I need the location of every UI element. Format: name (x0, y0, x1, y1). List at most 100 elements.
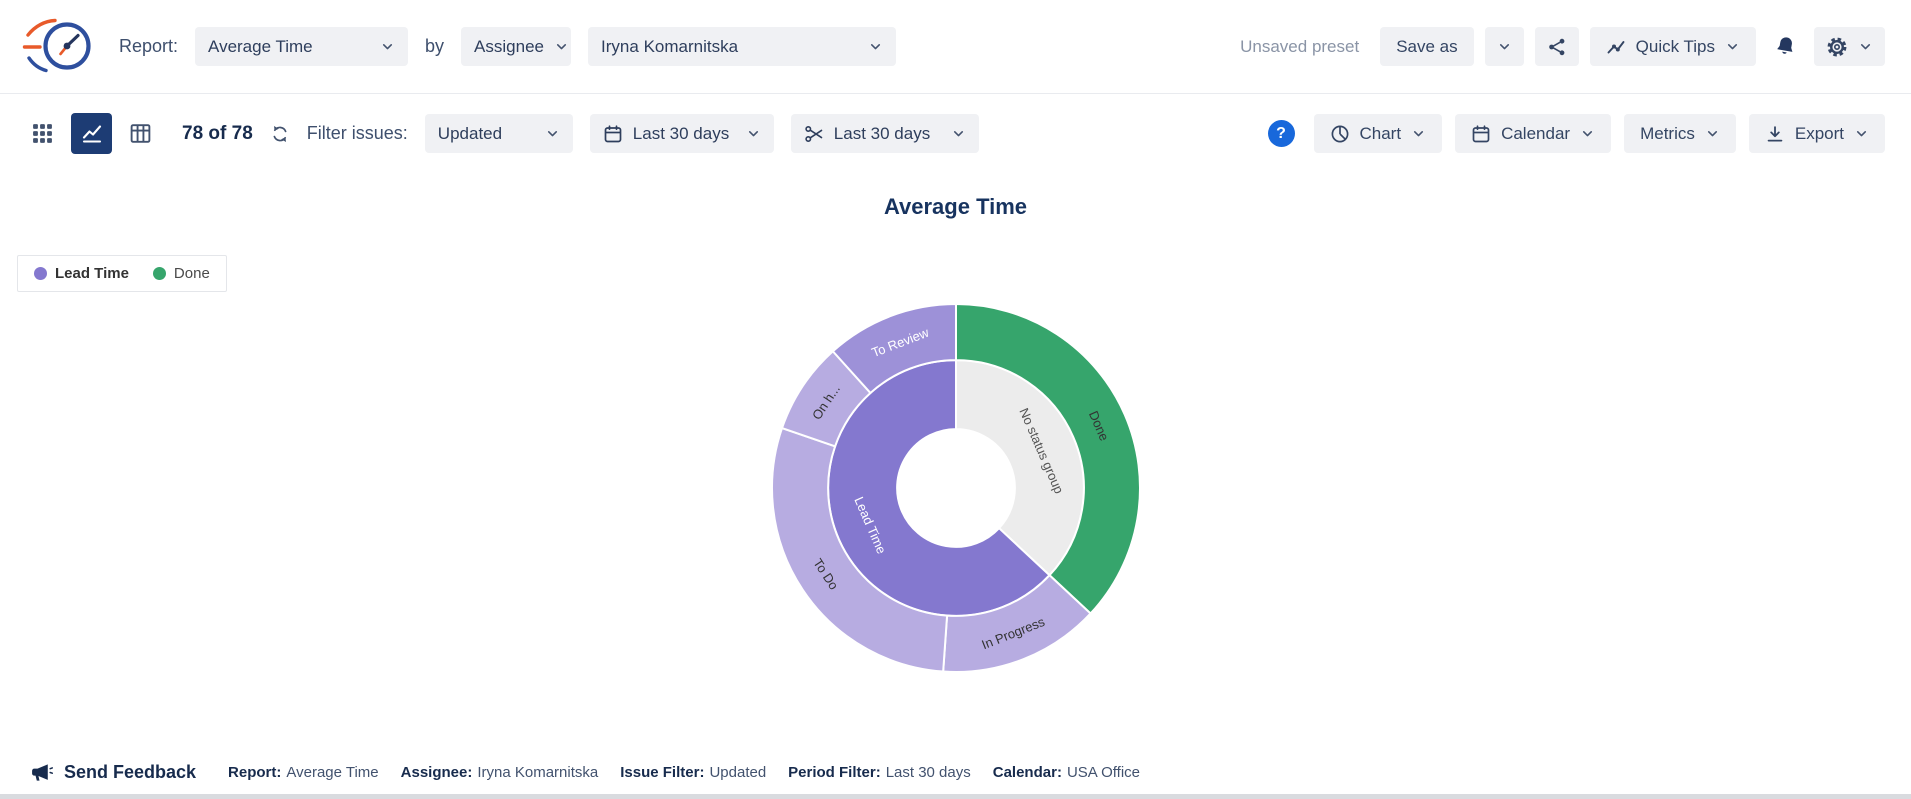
view-switcher (22, 113, 161, 154)
assignee-value: Iryna Komarnitska (601, 37, 738, 57)
notifications-button[interactable] (1767, 35, 1803, 58)
grid-view-icon (31, 122, 54, 145)
summary-assignee: Assignee:Iryna Komarnitska (401, 764, 599, 781)
save-as-dropdown-button[interactable] (1485, 27, 1524, 66)
table-view-icon (129, 122, 152, 145)
toolbar-right: ? Chart Calendar Metrics (1268, 114, 1886, 153)
report-type-value: Average Time (208, 37, 313, 57)
chevron-down-icon (1580, 126, 1595, 141)
group-by-select[interactable]: Assignee (461, 27, 571, 66)
app-logo[interactable] (22, 15, 96, 79)
summary-value: USA Office (1067, 764, 1140, 781)
issue-count: 78 of 78 (182, 123, 253, 145)
calendar-icon (1471, 124, 1491, 144)
legend-label: Done (174, 265, 210, 282)
export-icon (1765, 124, 1785, 144)
gear-icon (1826, 36, 1848, 58)
toolbar-left: 78 of 78 Filter issues: Updated (22, 113, 979, 154)
chevron-down-icon (1854, 126, 1869, 141)
chart-container: No status groupLead TimeDoneIn ProgressT… (0, 298, 1911, 680)
chevron-down-icon (380, 39, 395, 54)
chart-legend: Lead Time Done (17, 255, 227, 292)
summary-issue-filter: Issue Filter: Updated (620, 764, 766, 781)
sunburst-chart: No status groupLead TimeDoneIn ProgressT… (756, 298, 1156, 680)
calendar-button-label: Calendar (1501, 124, 1570, 144)
calendar-clock-icon (603, 124, 623, 144)
summary-value: Average Time (286, 764, 378, 781)
chevron-down-icon (1725, 39, 1740, 54)
footer: Send Feedback Report: Average Time Assign… (0, 762, 1911, 783)
chart-type-button[interactable]: Chart (1314, 114, 1443, 153)
chevron-down-icon (554, 39, 569, 54)
summary-value: Last 30 days (886, 764, 971, 781)
legend-label: Lead Time (55, 265, 129, 282)
filter-issues-label: Filter issues: (307, 123, 408, 144)
issue-filter-select[interactable]: Updated (425, 114, 573, 153)
top-header: Report: Average Time by Assignee Iryna K… (0, 0, 1911, 94)
chevron-down-icon (1497, 39, 1512, 54)
calendar-button[interactable]: Calendar (1455, 114, 1611, 153)
period-filter-value: Last 30 days (633, 124, 729, 144)
send-feedback-label: Send Feedback (64, 762, 196, 783)
report-type-select[interactable]: Average Time (195, 27, 408, 66)
chevron-down-icon (868, 39, 883, 54)
report-label: Report: (119, 36, 178, 57)
legend-dot (153, 267, 166, 280)
refresh-button[interactable] (270, 124, 290, 144)
working-time-filter-value: Last 30 days (834, 124, 930, 144)
issue-filter-value: Updated (438, 124, 502, 144)
summary-calendar: Calendar:USA Office (993, 764, 1140, 781)
chevron-down-icon (1411, 126, 1426, 141)
settings-button[interactable] (1814, 27, 1885, 66)
unsaved-preset-label: Unsaved preset (1240, 37, 1359, 57)
trend-icon (1606, 37, 1626, 57)
share-icon (1547, 37, 1567, 57)
chevron-down-icon (951, 126, 966, 141)
quick-tips-label: Quick Tips (1636, 37, 1715, 57)
summary-label: Period Filter: (788, 764, 881, 781)
chart-button-label: Chart (1360, 124, 1402, 144)
megaphone-icon (30, 762, 53, 783)
save-as-button[interactable]: Save as (1380, 27, 1473, 66)
export-button[interactable]: Export (1749, 114, 1885, 153)
table-view-button[interactable] (120, 113, 161, 154)
period-filter-select[interactable]: Last 30 days (590, 114, 774, 153)
share-button[interactable] (1535, 27, 1579, 66)
notifications-bell-icon (1772, 33, 1799, 60)
send-feedback-button[interactable]: Send Feedback (30, 762, 196, 783)
legend-item-done[interactable]: Done (153, 265, 210, 282)
pie-chart-icon (1330, 124, 1350, 144)
summary-value: Updated (709, 764, 766, 781)
chevron-down-icon (746, 126, 761, 141)
legend-item-lead-time[interactable]: Lead Time (34, 265, 129, 282)
working-time-filter-select[interactable]: Last 30 days (791, 114, 979, 153)
stopwatch-logo-icon (22, 15, 96, 79)
chart-view-icon (81, 123, 103, 145)
summary-label: Issue Filter: (620, 764, 704, 781)
window-bottom-edge (0, 794, 1911, 799)
summary-label: Assignee: (401, 764, 473, 781)
filter-toolbar: 78 of 78 Filter issues: Updated (0, 94, 1911, 173)
assignee-select[interactable]: Iryna Komarnitska (588, 27, 896, 66)
grid-view-button[interactable] (22, 113, 63, 154)
chevron-down-icon (1858, 39, 1873, 54)
summary-report: Report: Average Time (228, 764, 379, 781)
main-content: Average Time Lead Time Done No status gr… (0, 194, 1911, 680)
by-label: by (425, 36, 444, 57)
chevron-down-icon (545, 126, 560, 141)
group-by-value: Assignee (474, 37, 544, 57)
chevron-down-icon (1705, 126, 1720, 141)
summary-label: Report: (228, 764, 281, 781)
report-summary: Report: Average Time Assignee:Iryna Komar… (228, 764, 1140, 781)
help-button[interactable]: ? (1268, 120, 1295, 147)
scissors-icon (804, 124, 824, 144)
quick-tips-button[interactable]: Quick Tips (1590, 27, 1756, 66)
chart-view-button[interactable] (71, 113, 112, 154)
chart-title: Average Time (0, 194, 1911, 220)
summary-period-filter: Period Filter: Last 30 days (788, 764, 971, 781)
question-mark-icon: ? (1276, 125, 1286, 143)
metrics-button[interactable]: Metrics (1624, 114, 1736, 153)
refresh-icon (270, 124, 290, 144)
metrics-button-label: Metrics (1640, 124, 1695, 144)
report-controls: Report: Average Time by Assignee Iryna K… (22, 15, 896, 79)
